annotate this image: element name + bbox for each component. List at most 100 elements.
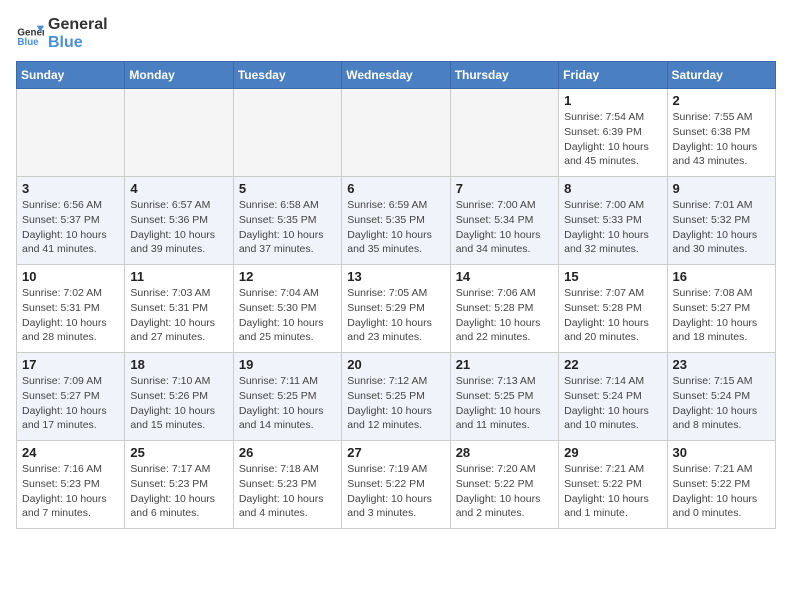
logo-blue: Blue <box>48 34 108 52</box>
day-info: Sunrise: 6:59 AM Sunset: 5:35 PM Dayligh… <box>347 198 444 257</box>
calendar-cell: 5 Sunrise: 6:58 AM Sunset: 5:35 PM Daylig… <box>233 177 341 265</box>
calendar-cell: 14 Sunrise: 7:06 AM Sunset: 5:28 PM Dayli… <box>450 265 558 353</box>
calendar-cell <box>125 89 233 177</box>
logo: General Blue General Blue <box>16 16 108 51</box>
logo-icon: General Blue <box>16 20 44 48</box>
weekday-header: Wednesday <box>342 62 450 89</box>
calendar-cell: 17 Sunrise: 7:09 AM Sunset: 5:27 PM Dayli… <box>17 353 125 441</box>
weekday-header: Monday <box>125 62 233 89</box>
day-number: 3 <box>22 181 119 196</box>
day-info: Sunrise: 7:19 AM Sunset: 5:22 PM Dayligh… <box>347 462 444 521</box>
calendar-cell: 8 Sunrise: 7:00 AM Sunset: 5:33 PM Daylig… <box>559 177 667 265</box>
day-info: Sunrise: 7:01 AM Sunset: 5:32 PM Dayligh… <box>673 198 770 257</box>
calendar-cell: 29 Sunrise: 7:21 AM Sunset: 5:22 PM Dayli… <box>559 441 667 529</box>
day-number: 5 <box>239 181 336 196</box>
day-info: Sunrise: 7:04 AM Sunset: 5:30 PM Dayligh… <box>239 286 336 345</box>
day-number: 11 <box>130 269 227 284</box>
calendar-cell: 30 Sunrise: 7:21 AM Sunset: 5:22 PM Dayli… <box>667 441 775 529</box>
day-number: 12 <box>239 269 336 284</box>
day-number: 15 <box>564 269 661 284</box>
day-info: Sunrise: 7:11 AM Sunset: 5:25 PM Dayligh… <box>239 374 336 433</box>
day-number: 17 <box>22 357 119 372</box>
day-info: Sunrise: 6:56 AM Sunset: 5:37 PM Dayligh… <box>22 198 119 257</box>
calendar-cell: 11 Sunrise: 7:03 AM Sunset: 5:31 PM Dayli… <box>125 265 233 353</box>
calendar-cell: 25Sunrise: 7:17 AM Sunset: 5:23 PM Dayli… <box>125 441 233 529</box>
day-number: 13 <box>347 269 444 284</box>
day-number: 14 <box>456 269 553 284</box>
day-info: Sunrise: 7:07 AM Sunset: 5:28 PM Dayligh… <box>564 286 661 345</box>
day-info: Sunrise: 7:05 AM Sunset: 5:29 PM Dayligh… <box>347 286 444 345</box>
day-info: Sunrise: 7:20 AM Sunset: 5:22 PM Dayligh… <box>456 462 553 521</box>
svg-text:Blue: Blue <box>17 37 39 48</box>
calendar-cell: 20 Sunrise: 7:12 AM Sunset: 5:25 PM Dayli… <box>342 353 450 441</box>
weekday-header: Thursday <box>450 62 558 89</box>
day-number: 24 <box>22 445 119 460</box>
day-number: 1 <box>564 93 661 108</box>
day-info: Sunrise: 7:21 AM Sunset: 5:22 PM Dayligh… <box>673 462 770 521</box>
day-info: Sunrise: 7:06 AM Sunset: 5:28 PM Dayligh… <box>456 286 553 345</box>
calendar-cell: 19 Sunrise: 7:11 AM Sunset: 5:25 PM Dayli… <box>233 353 341 441</box>
day-info: Sunrise: 7:10 AM Sunset: 5:26 PM Dayligh… <box>130 374 227 433</box>
day-number: 30 <box>673 445 770 460</box>
weekday-header: Sunday <box>17 62 125 89</box>
day-number: 29 <box>564 445 661 460</box>
day-info: Sunrise: 7:09 AM Sunset: 5:27 PM Dayligh… <box>22 374 119 433</box>
calendar-cell: 1 Sunrise: 7:54 AM Sunset: 6:39 PM Daylig… <box>559 89 667 177</box>
day-info: Sunrise: 7:12 AM Sunset: 5:25 PM Dayligh… <box>347 374 444 433</box>
day-number: 20 <box>347 357 444 372</box>
weekday-header: Tuesday <box>233 62 341 89</box>
day-info: Sunrise: 7:13 AM Sunset: 5:25 PM Dayligh… <box>456 374 553 433</box>
calendar-cell <box>17 89 125 177</box>
calendar-cell <box>233 89 341 177</box>
calendar-cell <box>450 89 558 177</box>
calendar-cell: 7 Sunrise: 7:00 AM Sunset: 5:34 PM Daylig… <box>450 177 558 265</box>
calendar-cell: 27 Sunrise: 7:19 AM Sunset: 5:22 PM Dayli… <box>342 441 450 529</box>
weekday-header: Friday <box>559 62 667 89</box>
day-number: 10 <box>22 269 119 284</box>
day-number: 26 <box>239 445 336 460</box>
calendar-cell: 3 Sunrise: 6:56 AM Sunset: 5:37 PM Daylig… <box>17 177 125 265</box>
calendar-cell: 21 Sunrise: 7:13 AM Sunset: 5:25 PM Dayli… <box>450 353 558 441</box>
day-info: Sunrise: 7:16 AM Sunset: 5:23 PM Dayligh… <box>22 462 119 521</box>
calendar-cell: 12 Sunrise: 7:04 AM Sunset: 5:30 PM Dayli… <box>233 265 341 353</box>
day-number: 16 <box>673 269 770 284</box>
day-number: 4 <box>130 181 227 196</box>
day-number: 18 <box>130 357 227 372</box>
day-info: Sunrise: 6:57 AM Sunset: 5:36 PM Dayligh… <box>130 198 227 257</box>
day-number: 22 <box>564 357 661 372</box>
day-info: Sunrise: 7:00 AM Sunset: 5:34 PM Dayligh… <box>456 198 553 257</box>
day-info: Sunrise: 7:02 AM Sunset: 5:31 PM Dayligh… <box>22 286 119 345</box>
calendar-cell: 9 Sunrise: 7:01 AM Sunset: 5:32 PM Daylig… <box>667 177 775 265</box>
day-info: Sunrise: 7:00 AM Sunset: 5:33 PM Dayligh… <box>564 198 661 257</box>
day-number: 19 <box>239 357 336 372</box>
calendar-cell: 15 Sunrise: 7:07 AM Sunset: 5:28 PM Dayli… <box>559 265 667 353</box>
day-info: Sunrise: 6:58 AM Sunset: 5:35 PM Dayligh… <box>239 198 336 257</box>
day-number: 6 <box>347 181 444 196</box>
day-info: Sunrise: 7:18 AM Sunset: 5:23 PM Dayligh… <box>239 462 336 521</box>
calendar-cell: 4 Sunrise: 6:57 AM Sunset: 5:36 PM Daylig… <box>125 177 233 265</box>
day-info: Sunrise: 7:17 AM Sunset: 5:23 PM Dayligh… <box>130 462 227 521</box>
day-info: Sunrise: 7:14 AM Sunset: 5:24 PM Dayligh… <box>564 374 661 433</box>
calendar-cell: 23 Sunrise: 7:15 AM Sunset: 5:24 PM Dayli… <box>667 353 775 441</box>
day-info: Sunrise: 7:15 AM Sunset: 5:24 PM Dayligh… <box>673 374 770 433</box>
calendar-cell: 18 Sunrise: 7:10 AM Sunset: 5:26 PM Dayli… <box>125 353 233 441</box>
day-info: Sunrise: 7:21 AM Sunset: 5:22 PM Dayligh… <box>564 462 661 521</box>
day-info: Sunrise: 7:03 AM Sunset: 5:31 PM Dayligh… <box>130 286 227 345</box>
day-info: Sunrise: 7:55 AM Sunset: 6:38 PM Dayligh… <box>673 110 770 169</box>
calendar-cell: 6 Sunrise: 6:59 AM Sunset: 5:35 PM Daylig… <box>342 177 450 265</box>
calendar-cell: 28 Sunrise: 7:20 AM Sunset: 5:22 PM Dayli… <box>450 441 558 529</box>
calendar-cell <box>342 89 450 177</box>
day-number: 2 <box>673 93 770 108</box>
day-number: 23 <box>673 357 770 372</box>
day-number: 9 <box>673 181 770 196</box>
calendar-cell: 26 Sunrise: 7:18 AM Sunset: 5:23 PM Dayli… <box>233 441 341 529</box>
calendar-cell: 2 Sunrise: 7:55 AM Sunset: 6:38 PM Daylig… <box>667 89 775 177</box>
day-number: 27 <box>347 445 444 460</box>
day-number: 28 <box>456 445 553 460</box>
calendar-cell: 24 Sunrise: 7:16 AM Sunset: 5:23 PM Dayli… <box>17 441 125 529</box>
day-info: Sunrise: 7:54 AM Sunset: 6:39 PM Dayligh… <box>564 110 661 169</box>
day-number: 21 <box>456 357 553 372</box>
day-number: 7 <box>456 181 553 196</box>
day-number: 8 <box>564 181 661 196</box>
day-info: Sunrise: 7:08 AM Sunset: 5:27 PM Dayligh… <box>673 286 770 345</box>
